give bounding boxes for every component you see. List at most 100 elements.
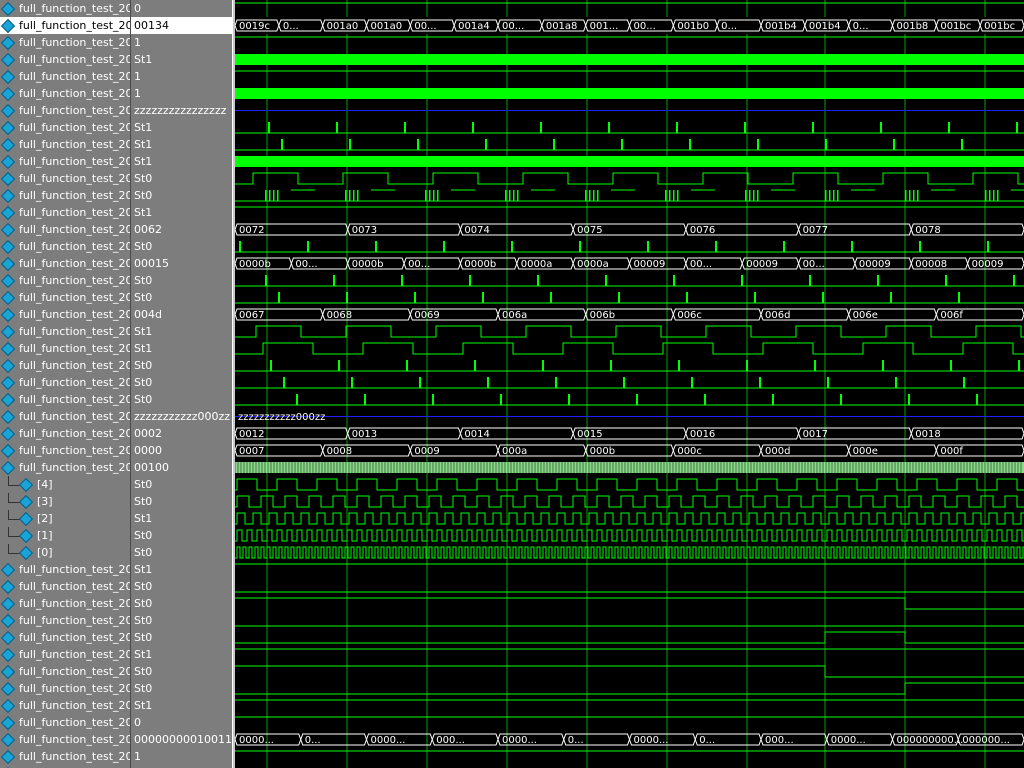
bus-value-label: 000a bbox=[502, 446, 527, 457]
signal-name-row[interactable]: full_function_test_20... bbox=[0, 136, 130, 153]
signal-value: 0062 bbox=[134, 223, 162, 236]
signal-name-row[interactable]: full_function_test_20... bbox=[0, 748, 130, 765]
bus-value-label: 00... bbox=[408, 259, 430, 270]
bus-value-label: 0017 bbox=[803, 429, 828, 440]
signal-name-row[interactable]: full_function_test_20... bbox=[0, 374, 130, 391]
signal-name-row[interactable]: [1] bbox=[0, 527, 130, 544]
signal-name-row[interactable]: full_function_test_20... bbox=[0, 391, 130, 408]
signal-value: St0 bbox=[134, 665, 153, 678]
signal-name-row[interactable]: full_function_test_20... bbox=[0, 170, 130, 187]
signal-name-row[interactable]: full_function_test_20... bbox=[0, 561, 130, 578]
bus-value-label: 0019c bbox=[239, 21, 270, 32]
waveform-trace: 0067 0068 0069 006a 006b 006c 006d 006e 006f bbox=[235, 308, 1024, 321]
signal-name-row[interactable]: full_function_test_20... bbox=[0, 289, 130, 306]
bus-value-label: 000d bbox=[765, 446, 790, 457]
waveform-trace bbox=[235, 597, 1024, 610]
signal-value: St1 bbox=[134, 342, 153, 355]
signal-name-row[interactable]: full_function_test_20... bbox=[0, 408, 130, 425]
signal-name-row[interactable]: full_function_test_20... bbox=[0, 221, 130, 238]
signal-name-row[interactable]: full_function_test_20... bbox=[0, 306, 130, 323]
signal-name-row[interactable]: full_function_test_20... bbox=[0, 459, 130, 476]
bus-value-label: 000... bbox=[765, 735, 794, 746]
signal-name-row[interactable]: [3] bbox=[0, 493, 130, 510]
bus-value-label: 000c bbox=[677, 446, 702, 457]
bus-value-label: 0... bbox=[699, 735, 715, 746]
signal-value: 000000000100110110 bbox=[134, 733, 232, 746]
bus-value-label: 0014 bbox=[464, 429, 489, 440]
signal-name-row[interactable]: full_function_test_20... bbox=[0, 272, 130, 289]
bus-value-label: 00009 bbox=[859, 259, 891, 270]
signal-name-row[interactable]: full_function_test_20... bbox=[0, 578, 130, 595]
signal-name-row[interactable]: full_function_test_20... bbox=[0, 612, 130, 629]
signal-name-row[interactable]: full_function_test_20... bbox=[0, 731, 130, 748]
signal-value: 0 bbox=[134, 716, 141, 729]
bus-value-label: 0... bbox=[568, 735, 584, 746]
signal-value: St0 bbox=[134, 240, 153, 253]
signal-name-row[interactable]: full_function_test_20... bbox=[0, 323, 130, 340]
waveform-trace bbox=[235, 478, 1024, 491]
signal-name-row[interactable]: full_function_test_20... bbox=[0, 714, 130, 731]
signal-value: St0 bbox=[134, 478, 153, 491]
signal-value: St1 bbox=[134, 699, 153, 712]
signal-icon bbox=[0, 749, 16, 765]
signal-value: St0 bbox=[134, 172, 153, 185]
signal-name-row[interactable]: full_function_test_20... bbox=[0, 51, 130, 68]
bus-value-label: 0068 bbox=[327, 310, 352, 321]
waveform-trace bbox=[235, 275, 1024, 287]
signal-name-row[interactable]: full_function_test_20... bbox=[0, 663, 130, 680]
signal-icon bbox=[0, 613, 16, 629]
signal-value: St1 bbox=[134, 563, 153, 576]
signal-icon bbox=[0, 409, 16, 425]
signal-icon bbox=[0, 188, 16, 204]
bus-value-label: 001bc bbox=[940, 21, 971, 32]
signal-name-row[interactable]: full_function_test_20... bbox=[0, 34, 130, 51]
signal-icon bbox=[0, 562, 16, 578]
signal-value: St1 bbox=[134, 138, 153, 151]
waveform-trace: 0000... 0... 0000... 000... 0000... 0... 0000.… bbox=[235, 733, 1024, 746]
signal-name-row[interactable]: full_function_test_20... bbox=[0, 85, 130, 102]
signal-name-row[interactable]: full_function_test_20... bbox=[0, 187, 130, 204]
signal-name-row[interactable]: full_function_test_20... bbox=[0, 17, 130, 34]
bus-value-label: 0073 bbox=[352, 225, 377, 236]
signal-value: St0 bbox=[134, 393, 153, 406]
signal-name-row[interactable]: full_function_test_20... bbox=[0, 357, 130, 374]
signal-icon bbox=[0, 256, 16, 272]
bus-value-label: 0... bbox=[853, 21, 869, 32]
signal-name-row[interactable]: full_function_test_20... bbox=[0, 629, 130, 646]
signal-name: [3] bbox=[37, 495, 53, 508]
bus-value-label: 00... bbox=[502, 21, 524, 32]
signal-name-row[interactable]: [2] bbox=[0, 510, 130, 527]
signal-name-row[interactable]: full_function_test_20... bbox=[0, 340, 130, 357]
signal-icon bbox=[0, 375, 16, 391]
signal-name-row[interactable]: full_function_test_20... bbox=[0, 204, 130, 221]
waveform-trace: 0012 0013 0014 0015 0016 0017 0018 bbox=[235, 427, 1024, 440]
signal-value: St0 bbox=[134, 495, 153, 508]
signal-name-row[interactable]: full_function_test_20... bbox=[0, 0, 130, 17]
bus-value-label: 0... bbox=[283, 21, 299, 32]
signal-name-row[interactable]: full_function_test_20... bbox=[0, 153, 130, 170]
waveform-pane[interactable]: 0019c 0... 001a0 001a0 00... 001a4 00... 001a8 0… bbox=[235, 0, 1024, 768]
signal-name-row[interactable]: full_function_test_20... bbox=[0, 238, 130, 255]
bus-value-label: 0076 bbox=[690, 225, 715, 236]
signal-name-row[interactable]: [4] bbox=[0, 476, 130, 493]
signal-name-row[interactable]: full_function_test_20... bbox=[0, 102, 130, 119]
signal-name: full_function_test_20... bbox=[19, 631, 130, 644]
signal-name-row[interactable]: full_function_test_20... bbox=[0, 425, 130, 442]
signal-name-row[interactable]: [0] bbox=[0, 544, 130, 561]
signal-name-row[interactable]: full_function_test_20... bbox=[0, 595, 130, 612]
signal-icon bbox=[0, 273, 16, 289]
waveform-trace bbox=[235, 682, 1024, 695]
bus-value-label: 000000... bbox=[962, 735, 1010, 746]
signal-name-row[interactable]: full_function_test_20... bbox=[0, 680, 130, 697]
signal-name-row[interactable]: full_function_test_20... bbox=[0, 119, 130, 136]
bus-value-label: 00... bbox=[295, 259, 317, 270]
signal-name-row[interactable]: full_function_test_20... bbox=[0, 442, 130, 459]
signal-name-row[interactable]: full_function_test_20... bbox=[0, 68, 130, 85]
signal-name-row[interactable]: full_function_test_20... bbox=[0, 697, 130, 714]
bus-value-label: 0016 bbox=[690, 429, 715, 440]
signal-name-row[interactable]: full_function_test_20... bbox=[0, 255, 130, 272]
bus-value-label: 000... bbox=[436, 735, 465, 746]
bus-value-label: 006e bbox=[853, 310, 878, 321]
signal-name-row[interactable]: full_function_test_20... bbox=[0, 646, 130, 663]
signal-name: full_function_test_20... bbox=[19, 19, 130, 32]
